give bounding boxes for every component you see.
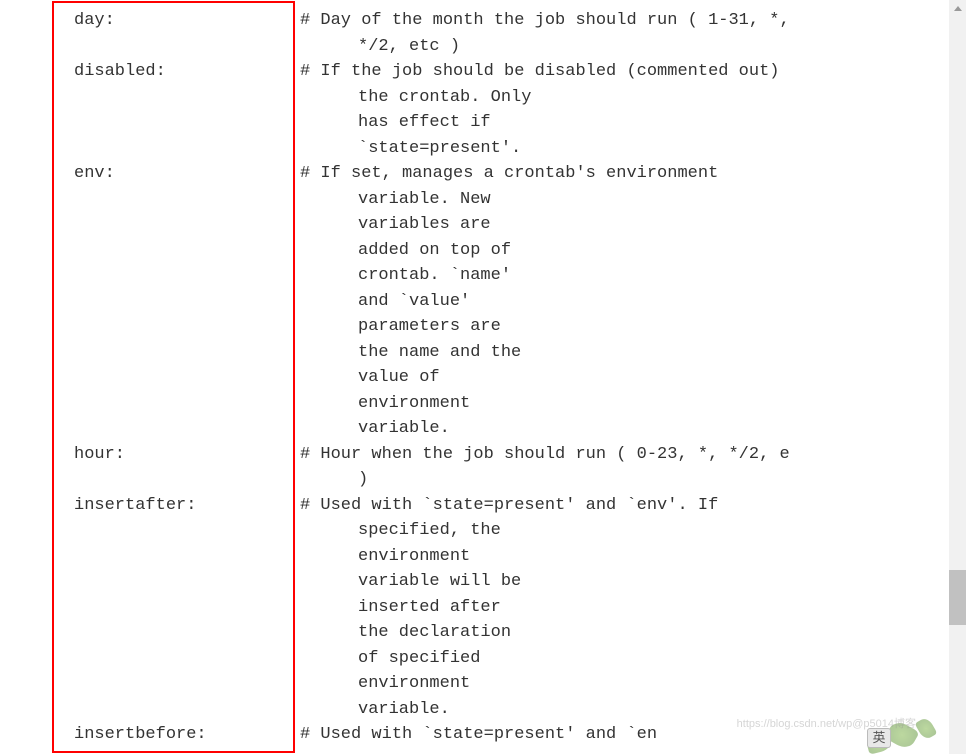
param-cont: the name and the [52,340,946,366]
param-cont: variable. [52,416,946,442]
param-name: day: [52,8,300,34]
param-cont: added on top of [52,238,946,264]
param-cont: of specified [52,646,946,672]
param-cont: */2, etc ) [52,34,946,60]
param-row-insertafter: insertafter: # Used with `state=present'… [52,493,946,519]
param-row-disabled: disabled: # If the job should be disable… [52,59,946,85]
scrollbar[interactable] [949,0,966,754]
param-row-day: day: # Day of the month the job should r… [52,8,946,34]
param-name: hour: [52,442,300,468]
param-cont: value of [52,365,946,391]
param-row-hour: hour: # Hour when the job should run ( 0… [52,442,946,468]
param-cont: `state=present'. [52,136,946,162]
param-cont: the declaration [52,620,946,646]
param-name: insertafter: [52,493,300,519]
param-cont: variables are [52,212,946,238]
param-name: insertbefore: [52,722,300,748]
param-cont: crontab. `name' [52,263,946,289]
param-desc: # If the job should be disabled (comment… [300,59,946,85]
param-desc: # Hour when the job should run ( 0-23, *… [300,442,946,468]
param-cont: variable. [52,697,946,723]
param-name: env: [52,161,300,187]
param-desc: # If set, manages a crontab's environmen… [300,161,946,187]
param-desc: # Used with `state=present' and `env'. I… [300,493,946,519]
param-cont: and `value' [52,289,946,315]
param-name: disabled: [52,59,300,85]
param-cont: specified, the [52,518,946,544]
param-cont: variable will be [52,569,946,595]
param-cont: environment [52,391,946,417]
doc-content: day: # Day of the month the job should r… [0,0,966,756]
param-desc: # Day of the month the job should run ( … [300,8,946,34]
scrollbar-thumb[interactable] [949,570,966,625]
param-cont: environment [52,544,946,570]
param-cont: has effect if [52,110,946,136]
param-row-env: env: # If set, manages a crontab's envir… [52,161,946,187]
param-desc: # Used with `state=present' and `en [300,722,946,748]
param-cont: parameters are [52,314,946,340]
scrollbar-arrow-up-icon[interactable] [949,0,966,17]
param-cont: the crontab. Only [52,85,946,111]
param-cont: variable. New [52,187,946,213]
param-cont: environment [52,671,946,697]
param-cont: ) [52,467,946,493]
param-row-insertbefore: insertbefore: # Used with `state=present… [52,722,946,748]
param-cont: inserted after [52,595,946,621]
